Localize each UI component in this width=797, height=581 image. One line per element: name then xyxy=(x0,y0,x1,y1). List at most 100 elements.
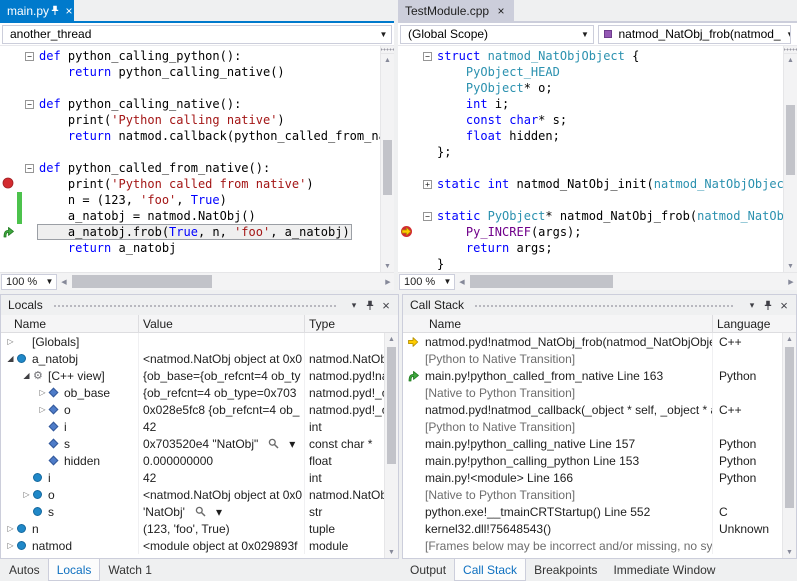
scrollbar-thumb[interactable] xyxy=(470,275,613,288)
scroll-up-icon[interactable]: ▲ xyxy=(784,54,797,66)
magnifier-icon[interactable] xyxy=(195,506,206,517)
locals-row[interactable]: ◢a_natobj<natmod.NatObj object at 0x0nat… xyxy=(1,350,384,367)
magnifier-icon[interactable] xyxy=(268,438,279,449)
expander-collapsed-icon[interactable]: ▷ xyxy=(36,405,49,414)
callstack-row[interactable]: [Native to Python Transition] xyxy=(403,384,782,401)
callstack-row[interactable]: main.py!python_calling_native Line 157Py… xyxy=(403,435,782,452)
scroll-down-icon[interactable]: ▼ xyxy=(385,546,398,558)
horizontal-scrollbar[interactable] xyxy=(70,273,382,290)
pin-icon[interactable] xyxy=(50,5,60,17)
tool-tab-locals[interactable]: Locals xyxy=(48,559,101,581)
tab-testmodule-cpp[interactable]: TestModule.cpp × xyxy=(398,0,514,21)
tab-main-py[interactable]: main.py × xyxy=(0,0,74,21)
pin-icon[interactable] xyxy=(362,297,378,313)
code-area[interactable]: −def python_calling_python(): return pyt… xyxy=(0,46,380,272)
callstack-row[interactable]: main.py!python_called_from_native Line 1… xyxy=(403,367,782,384)
expander-collapsed-icon[interactable]: ▷ xyxy=(4,337,17,346)
close-icon[interactable]: × xyxy=(66,5,73,17)
callstack-row[interactable]: natmod.pyd!natmod_callback(_object * sel… xyxy=(403,401,782,418)
scroll-down-icon[interactable]: ▼ xyxy=(783,546,796,558)
locals-row[interactable]: i42int xyxy=(1,469,384,486)
callstack-row[interactable]: main.py!<module> Line 166Python xyxy=(403,469,782,486)
scroll-up-icon[interactable]: ▲ xyxy=(385,333,398,345)
fold-expanded-icon[interactable]: − xyxy=(423,212,432,221)
column-header-language[interactable]: Language xyxy=(713,315,796,332)
current-frame-arrow-icon[interactable] xyxy=(0,224,17,240)
vertical-scrollbar[interactable]: ▲ ▼ xyxy=(384,333,398,558)
breakpoint-icon[interactable] xyxy=(0,176,17,192)
locals-row[interactable]: ▷[Globals] xyxy=(1,333,384,350)
locals-row[interactable]: s'NatObj'▾str xyxy=(1,503,384,520)
code-editor-main-py[interactable]: −def python_calling_python(): return pyt… xyxy=(0,46,394,272)
locals-row[interactable]: ▷natmod<module object at 0x029893fmodule xyxy=(1,537,384,554)
expander-expanded-icon[interactable]: ◢ xyxy=(20,371,33,380)
scrollbar-thumb[interactable] xyxy=(72,275,212,288)
tool-tab-breakpoints[interactable]: Breakpoints xyxy=(526,559,605,581)
code-editor-testmodule-cpp[interactable]: −struct natmod_NatObjObject { PyObject_H… xyxy=(398,46,797,272)
callstack-row[interactable]: [Native to Python Transition] xyxy=(403,486,782,503)
tool-tab-autos[interactable]: Autos xyxy=(1,559,48,581)
chevron-down-icon[interactable]: ▾ xyxy=(744,297,760,313)
horizontal-scrollbar[interactable] xyxy=(468,273,785,290)
callstack-row[interactable]: main.py!python_calling_python Line 153Py… xyxy=(403,452,782,469)
locals-row[interactable]: i42int xyxy=(1,418,384,435)
tool-tab-call-stack[interactable]: Call Stack xyxy=(454,559,526,581)
visualizer-chevron-icon[interactable]: ▾ xyxy=(289,437,295,451)
locals-row[interactable]: ◢⚙[C++ view]{ob_base={ob_refcnt=4 ob_tyn… xyxy=(1,367,384,384)
scrollbar-track[interactable] xyxy=(783,345,796,546)
locals-row[interactable]: s0x703520e4 "NatObj"▾const char * xyxy=(1,435,384,452)
scrollbar-thumb[interactable] xyxy=(383,140,392,195)
scroll-left-icon[interactable]: ◀ xyxy=(58,278,70,286)
tool-tab-output[interactable]: Output xyxy=(402,559,454,581)
scrollbar-track[interactable] xyxy=(784,66,797,260)
callstack-row[interactable]: kernel32.dll!75648543()Unknown xyxy=(403,520,782,537)
zoom-dropdown[interactable]: 100 % ▼ xyxy=(399,274,455,290)
locals-titlebar[interactable]: Locals ▾× xyxy=(1,295,398,315)
scroll-up-icon[interactable]: ▲ xyxy=(381,54,394,66)
column-header-name[interactable]: Name xyxy=(1,315,139,332)
tool-tab-watch-1[interactable]: Watch 1 xyxy=(100,559,160,581)
fold-expanded-icon[interactable]: − xyxy=(25,52,34,61)
expander-expanded-icon[interactable]: ◢ xyxy=(4,354,17,363)
locals-row[interactable]: ▷o<natmod.NatObj object at 0x0natmod.Nat… xyxy=(1,486,384,503)
fold-expanded-icon[interactable]: − xyxy=(423,52,432,61)
scrollbar-thumb[interactable] xyxy=(785,347,794,508)
vertical-scrollbar[interactable]: ▲ ▼ xyxy=(380,46,394,272)
code-area[interactable]: −struct natmod_NatObjObject { PyObject_H… xyxy=(398,46,783,272)
scrollbar-thumb[interactable] xyxy=(786,105,795,175)
scroll-down-icon[interactable]: ▼ xyxy=(784,260,797,272)
fold-expanded-icon[interactable]: − xyxy=(25,164,34,173)
vertical-scrollbar[interactable]: ▲ ▼ xyxy=(782,333,796,558)
scroll-right-icon[interactable]: ▶ xyxy=(382,278,394,286)
locals-row[interactable]: ▷n(123, 'foo', True)tuple xyxy=(1,520,384,537)
callstack-row[interactable]: python.exe!__tmainCRTStartup() Line 552C xyxy=(403,503,782,520)
locals-row[interactable]: hidden0.000000000float xyxy=(1,452,384,469)
expander-collapsed-icon[interactable]: ▷ xyxy=(20,490,33,499)
navigation-dropdown[interactable]: another_thread ▼ xyxy=(2,25,392,44)
close-icon[interactable]: × xyxy=(495,5,507,17)
callstack-list[interactable]: natmod.pyd!natmod_NatObj_frob(natmod_Nat… xyxy=(403,333,782,558)
column-header-type[interactable]: Type xyxy=(305,315,398,332)
expander-collapsed-icon[interactable]: ▷ xyxy=(36,388,49,397)
tool-tab-immediate-window[interactable]: Immediate Window xyxy=(605,559,723,581)
pin-icon[interactable] xyxy=(760,297,776,313)
callstack-row[interactable]: natmod.pyd!natmod_NatObj_frob(natmod_Nat… xyxy=(403,333,782,350)
scroll-down-icon[interactable]: ▼ xyxy=(381,260,394,272)
breakpoint-current-statement-icon[interactable] xyxy=(398,224,415,240)
splitter-grip[interactable] xyxy=(784,46,797,54)
splitter-grip[interactable] xyxy=(381,46,394,54)
scroll-left-icon[interactable]: ◀ xyxy=(456,278,468,286)
chevron-down-icon[interactable]: ▾ xyxy=(346,297,362,313)
locals-tree[interactable]: ▷[Globals]◢a_natobj<natmod.NatObj object… xyxy=(1,333,384,558)
callstack-titlebar[interactable]: Call Stack ▾× xyxy=(403,295,796,315)
visualizer-chevron-icon[interactable]: ▾ xyxy=(216,505,222,519)
expander-collapsed-icon[interactable]: ▷ xyxy=(4,524,17,533)
callstack-row[interactable]: [Python to Native Transition] xyxy=(403,350,782,367)
vertical-scrollbar[interactable]: ▲ ▼ xyxy=(783,46,797,272)
callstack-row[interactable]: [Frames below may be incorrect and/or mi… xyxy=(403,537,782,554)
scroll-up-icon[interactable]: ▲ xyxy=(783,333,796,345)
scope-dropdown[interactable]: (Global Scope) ▼ xyxy=(400,25,594,44)
expander-collapsed-icon[interactable]: ▷ xyxy=(4,541,17,550)
locals-row[interactable]: ▷o0x028e5fc8 {ob_refcnt=4 ob_natmod.pyd!… xyxy=(1,401,384,418)
scrollbar-track[interactable] xyxy=(381,66,394,260)
